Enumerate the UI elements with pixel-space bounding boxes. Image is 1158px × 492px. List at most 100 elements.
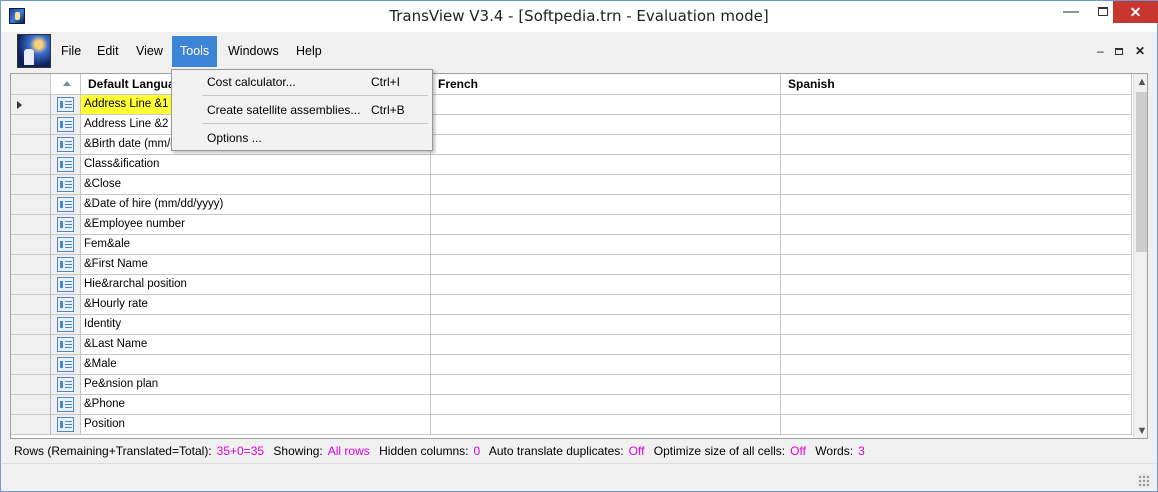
- column-header-spanish[interactable]: Spanish: [781, 74, 1132, 95]
- row-selector[interactable]: [11, 195, 51, 215]
- default-language-cell[interactable]: Identity: [81, 315, 431, 335]
- table-row[interactable]: &Hourly rate: [11, 295, 1132, 315]
- table-row[interactable]: &Phone: [11, 395, 1132, 415]
- table-row[interactable]: &Close: [11, 175, 1132, 195]
- default-language-cell[interactable]: &Male: [81, 355, 431, 375]
- scroll-down-button[interactable]: ▼: [1134, 423, 1147, 438]
- default-language-cell[interactable]: &First Name: [81, 255, 431, 275]
- default-language-cell[interactable]: Class&ification: [81, 155, 431, 175]
- french-cell[interactable]: [431, 235, 781, 255]
- row-selector[interactable]: [11, 95, 51, 115]
- french-cell[interactable]: [431, 95, 781, 115]
- status-showing-value[interactable]: All rows: [328, 444, 370, 458]
- table-row[interactable]: &Last Name: [11, 335, 1132, 355]
- row-selector[interactable]: [11, 355, 51, 375]
- french-cell[interactable]: [431, 255, 781, 275]
- status-optimize-value[interactable]: Off: [790, 444, 806, 458]
- spanish-cell[interactable]: [781, 295, 1132, 315]
- default-language-cell[interactable]: Position: [81, 415, 431, 435]
- table-row[interactable]: Hie&rarchal position: [11, 275, 1132, 295]
- table-row[interactable]: Position: [11, 415, 1132, 435]
- table-row[interactable]: &Date of hire (mm/dd/yyyy): [11, 195, 1132, 215]
- mdi-minimize-button[interactable]: –: [1097, 44, 1104, 58]
- default-language-cell[interactable]: Fem&ale: [81, 235, 431, 255]
- app-logo-icon[interactable]: [17, 34, 51, 68]
- row-selector[interactable]: [11, 295, 51, 315]
- mdi-close-button[interactable]: ✕: [1135, 44, 1145, 58]
- menu-item-cost-calculator[interactable]: Cost calculator... Ctrl+I: [174, 71, 430, 93]
- row-selector[interactable]: [11, 395, 51, 415]
- row-selector[interactable]: [11, 255, 51, 275]
- spanish-cell[interactable]: [781, 335, 1132, 355]
- french-cell[interactable]: [431, 375, 781, 395]
- menu-windows[interactable]: Windows: [220, 36, 287, 67]
- menu-edit[interactable]: Edit: [89, 36, 127, 67]
- spanish-cell[interactable]: [781, 215, 1132, 235]
- default-language-cell[interactable]: Hie&rarchal position: [81, 275, 431, 295]
- menu-help[interactable]: Help: [288, 36, 330, 67]
- menu-view[interactable]: View: [128, 36, 171, 67]
- row-selector[interactable]: [11, 155, 51, 175]
- row-selector[interactable]: [11, 275, 51, 295]
- row-selector[interactable]: [11, 375, 51, 395]
- table-row[interactable]: &Male: [11, 355, 1132, 375]
- row-header-corner[interactable]: [11, 74, 51, 95]
- spanish-cell[interactable]: [781, 195, 1132, 215]
- french-cell[interactable]: [431, 215, 781, 235]
- table-row[interactable]: Class&ification: [11, 155, 1132, 175]
- spanish-cell[interactable]: [781, 375, 1132, 395]
- spanish-cell[interactable]: [781, 395, 1132, 415]
- default-language-cell[interactable]: &Employee number: [81, 215, 431, 235]
- menu-item-create-satellite-assemblies[interactable]: Create satellite assemblies... Ctrl+B: [174, 99, 430, 121]
- default-language-cell[interactable]: &Phone: [81, 395, 431, 415]
- table-row[interactable]: Pe&nsion plan: [11, 375, 1132, 395]
- french-cell[interactable]: [431, 135, 781, 155]
- row-selector[interactable]: [11, 315, 51, 335]
- row-selector[interactable]: [11, 175, 51, 195]
- spanish-cell[interactable]: [781, 235, 1132, 255]
- french-cell[interactable]: [431, 195, 781, 215]
- spanish-cell[interactable]: [781, 175, 1132, 195]
- sort-column-header[interactable]: [51, 74, 81, 95]
- spanish-cell[interactable]: [781, 135, 1132, 155]
- status-auto-value[interactable]: Off: [629, 444, 645, 458]
- resize-grip-icon[interactable]: [1138, 475, 1150, 487]
- spanish-cell[interactable]: [781, 315, 1132, 335]
- row-selector[interactable]: [11, 215, 51, 235]
- french-cell[interactable]: [431, 395, 781, 415]
- menu-file[interactable]: File: [53, 36, 89, 67]
- table-row[interactable]: &First Name: [11, 255, 1132, 275]
- row-selector[interactable]: [11, 115, 51, 135]
- table-row[interactable]: Fem&ale: [11, 235, 1132, 255]
- menu-tools[interactable]: Tools: [172, 36, 218, 67]
- column-header-french[interactable]: French: [431, 74, 781, 95]
- scroll-up-button[interactable]: ▲: [1134, 74, 1147, 91]
- minimize-button[interactable]: —: [1055, 1, 1087, 23]
- scroll-thumb[interactable]: [1136, 92, 1147, 252]
- spanish-cell[interactable]: [781, 155, 1132, 175]
- default-language-cell[interactable]: &Close: [81, 175, 431, 195]
- default-language-cell[interactable]: Pe&nsion plan: [81, 375, 431, 395]
- default-language-cell[interactable]: &Date of hire (mm/dd/yyyy): [81, 195, 431, 215]
- spanish-cell[interactable]: [781, 275, 1132, 295]
- status-hidden-value[interactable]: 0: [474, 444, 481, 458]
- default-language-cell[interactable]: &Last Name: [81, 335, 431, 355]
- spanish-cell[interactable]: [781, 115, 1132, 135]
- menu-item-options[interactable]: Options ...: [174, 127, 430, 149]
- french-cell[interactable]: [431, 315, 781, 335]
- vertical-scrollbar[interactable]: ▲ ▼: [1133, 74, 1147, 438]
- row-selector[interactable]: [11, 135, 51, 155]
- row-selector[interactable]: [11, 415, 51, 435]
- spanish-cell[interactable]: [781, 255, 1132, 275]
- close-button[interactable]: ✕: [1113, 1, 1158, 23]
- default-language-cell[interactable]: &Hourly rate: [81, 295, 431, 315]
- french-cell[interactable]: [431, 355, 781, 375]
- french-cell[interactable]: [431, 295, 781, 315]
- mdi-restore-button[interactable]: [1115, 44, 1123, 58]
- french-cell[interactable]: [431, 115, 781, 135]
- spanish-cell[interactable]: [781, 355, 1132, 375]
- row-selector[interactable]: [11, 335, 51, 355]
- french-cell[interactable]: [431, 175, 781, 195]
- spanish-cell[interactable]: [781, 95, 1132, 115]
- french-cell[interactable]: [431, 335, 781, 355]
